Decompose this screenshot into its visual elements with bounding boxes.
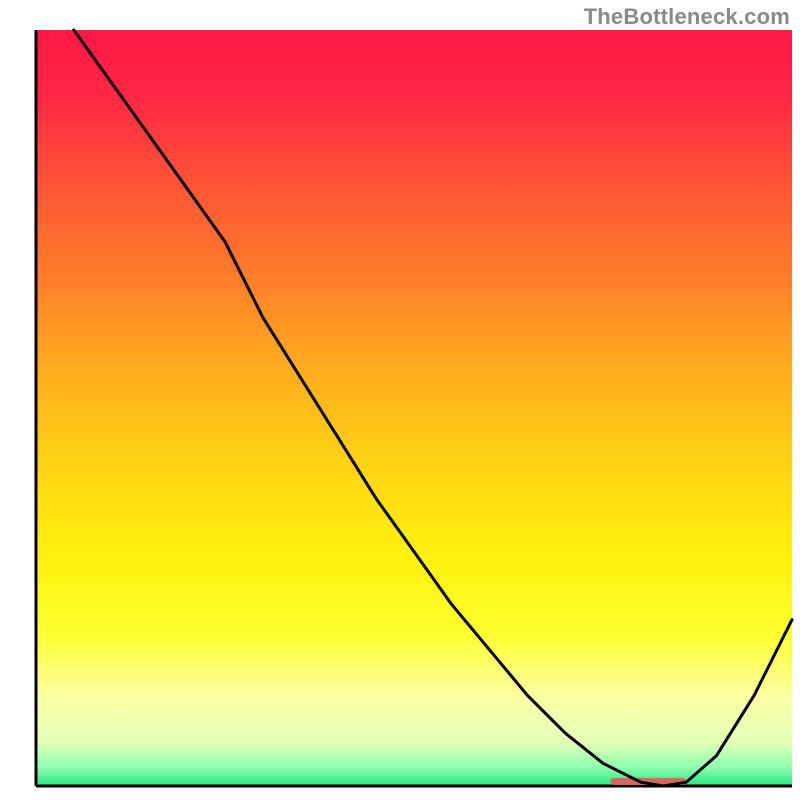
chart-svg <box>0 0 800 800</box>
watermark-text: TheBottleneck.com <box>584 4 790 30</box>
chart-container: TheBottleneck.com <box>0 0 800 800</box>
gradient-background <box>36 30 792 786</box>
